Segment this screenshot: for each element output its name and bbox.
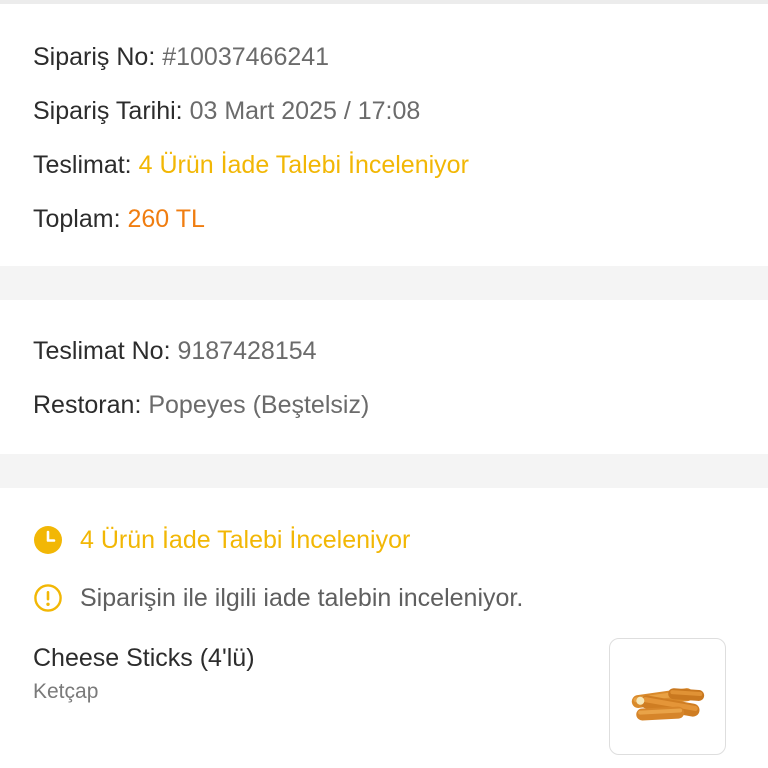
clock-icon [33, 525, 63, 555]
delivery-status-row: Teslimat: 4 Ürün İade Talebi İnceleniyor [33, 150, 469, 180]
order-date-label: Sipariş Tarihi: [33, 97, 183, 125]
return-items-card: 4 Ürün İade Talebi İnceleniyor Siparişin… [0, 488, 768, 768]
order-date-row: Sipariş Tarihi: 03 Mart 2025 / 17:08 [33, 96, 420, 126]
return-status-line: 4 Ürün İade Talebi İnceleniyor [33, 524, 410, 556]
restaurant-value: Popeyes (Beştelsiz) [148, 391, 370, 419]
delivery-number-label: Teslimat No: [33, 337, 171, 365]
delivery-number-row: Teslimat No: 9187428154 [33, 336, 317, 366]
delivery-status-value: 4 Ürün İade Talebi İnceleniyor [138, 151, 469, 179]
return-status-title: 4 Ürün İade Talebi İnceleniyor [80, 526, 411, 554]
cheese-sticks-icon [631, 688, 705, 721]
order-detail-page: Sipariş No: #10037466241 Sipariş Tarihi:… [0, 0, 768, 768]
return-info-line: Siparişin ile ilgili iade talebin incele… [33, 582, 523, 614]
order-total-value: 260 TL [127, 205, 205, 233]
restaurant-label: Restoran: [33, 391, 142, 419]
info-icon [33, 583, 63, 613]
order-total-label: Toplam: [33, 205, 121, 233]
product-name: Cheese Sticks (4'lü) [33, 644, 255, 672]
order-date-value: 03 Mart 2025 / 17:08 [189, 97, 421, 125]
order-number-label: Sipariş No: [33, 43, 156, 71]
product-image[interactable] [609, 638, 726, 755]
restaurant-row: Restoran: Popeyes (Beştelsiz) [33, 390, 369, 420]
delivery-number-value: 9187428154 [177, 337, 317, 365]
order-summary-card: Sipariş No: #10037466241 Sipariş Tarihi:… [0, 4, 768, 266]
order-number-row: Sipariş No: #10037466241 [33, 42, 329, 72]
return-info-text: Siparişin ile ilgili iade talebin incele… [80, 584, 524, 612]
order-total-row: Toplam: 260 TL [33, 204, 205, 234]
order-number-value: #10037466241 [162, 43, 330, 71]
delivery-status-label: Teslimat: [33, 151, 132, 179]
delivery-info-card: Teslimat No: 9187428154 Restoran: Popeye… [0, 300, 768, 454]
product-option: Ketçap [33, 680, 99, 703]
